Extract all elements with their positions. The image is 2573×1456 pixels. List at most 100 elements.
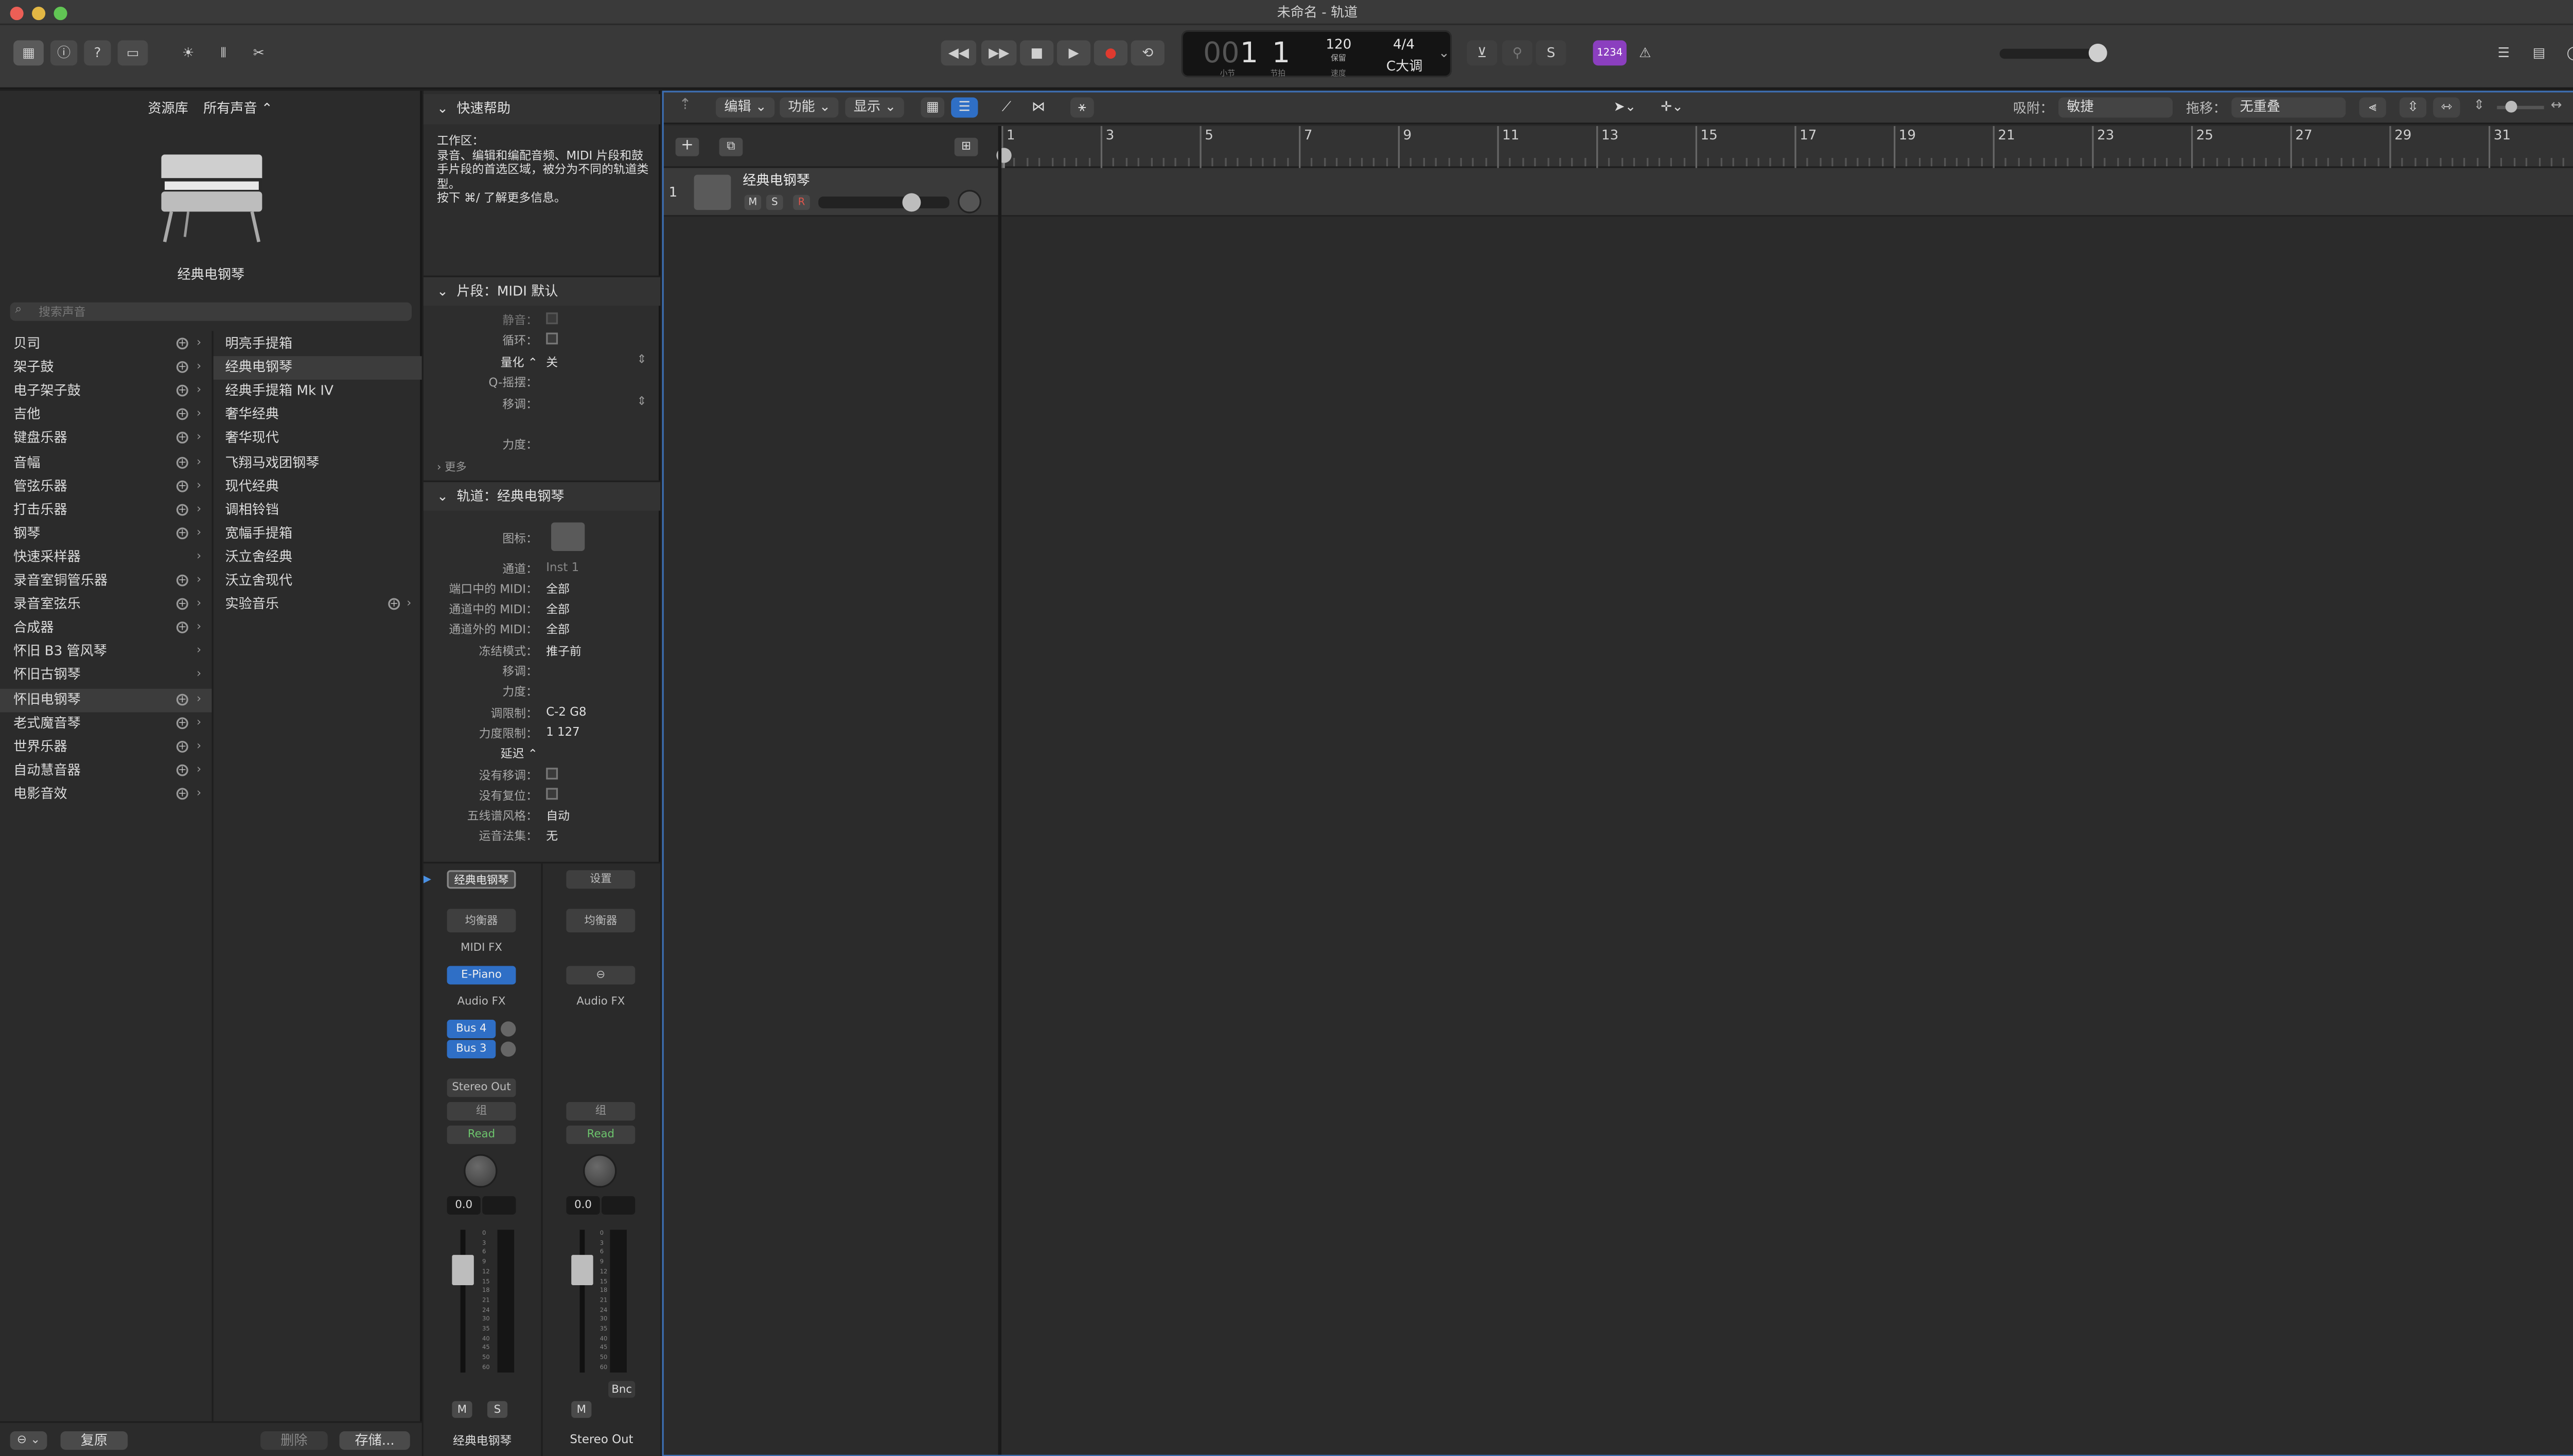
loop-browser-icon[interactable]: ◯ bbox=[2561, 40, 2573, 65]
metronome-icon[interactable]: ⚠ bbox=[1632, 40, 1659, 65]
strip2-pan-knob[interactable] bbox=[583, 1154, 617, 1188]
add-plus-icon[interactable]: + bbox=[176, 385, 188, 397]
library-actions-dropdown[interactable]: ⊖ ⌄ bbox=[10, 1431, 47, 1450]
rewind-icon[interactable]: ◀◀ bbox=[941, 40, 977, 66]
add-plus-icon[interactable]: + bbox=[176, 480, 188, 492]
quantize-stepper-icon[interactable]: ⇕ bbox=[637, 353, 647, 366]
library-category-item[interactable]: 快速采样器 bbox=[0, 546, 212, 570]
smart-controls-icon[interactable]: ☀ bbox=[175, 40, 202, 65]
strip1-mute-button[interactable]: M bbox=[452, 1401, 472, 1418]
strip2-mute-button[interactable]: M bbox=[571, 1401, 592, 1418]
add-plus-icon[interactable]: + bbox=[176, 574, 188, 587]
vertical-zoom-icon[interactable]: ⇳ bbox=[2399, 97, 2427, 118]
master-volume-thumb[interactable] bbox=[2088, 43, 2107, 62]
velocity-limit-value[interactable]: 1 127 bbox=[546, 726, 579, 739]
add-plus-icon[interactable]: + bbox=[176, 361, 188, 374]
track-solo-button[interactable]: S bbox=[766, 194, 783, 210]
list-view-icon[interactable]: ☰ bbox=[951, 97, 978, 118]
strip1-midi-fx[interactable]: MIDI FX bbox=[447, 939, 516, 957]
no-reset-checkbox[interactable] bbox=[546, 788, 558, 800]
region-transpose-stepper-icon[interactable]: ⇕ bbox=[637, 395, 647, 408]
add-plus-icon[interactable]: + bbox=[176, 432, 188, 445]
duplicate-track-icon[interactable]: ⧉ bbox=[719, 137, 743, 156]
strip1-fader-track[interactable] bbox=[460, 1230, 466, 1373]
midi-in-port-value[interactable]: 全部 bbox=[546, 581, 570, 598]
toolbar-toggle-icon[interactable]: ▭ bbox=[117, 40, 148, 66]
region-more-toggle[interactable]: › 更多 bbox=[437, 457, 467, 474]
grid-view-icon[interactable]: ▦ bbox=[921, 97, 945, 118]
edit-menu[interactable]: 编辑 ⌄ bbox=[716, 97, 776, 118]
strip2-automation[interactable]: Read bbox=[566, 1125, 636, 1144]
strip1-solo-button[interactable]: S bbox=[487, 1401, 508, 1418]
library-preset-item[interactable]: 沃立舍经典 bbox=[214, 546, 422, 570]
library-preset-item[interactable]: 调相铃铛 bbox=[214, 499, 422, 522]
strip2-fader-cap[interactable] bbox=[571, 1255, 593, 1285]
view-menu[interactable]: 显示 ⌄ bbox=[845, 97, 905, 118]
staff-style-value[interactable]: 自动 bbox=[546, 808, 570, 825]
global-tracks-icon[interactable]: ⊞ bbox=[954, 137, 978, 156]
library-preset-item[interactable]: 宽幅手提箱 bbox=[214, 522, 422, 546]
library-preset-item[interactable]: 现代经典 bbox=[214, 475, 422, 499]
add-plus-icon[interactable]: + bbox=[176, 764, 188, 776]
strip1-output[interactable]: Stereo Out bbox=[447, 1078, 516, 1097]
vertical-zoom-thumb[interactable] bbox=[2505, 100, 2517, 113]
strip1-automation[interactable]: Read bbox=[447, 1125, 516, 1144]
track-volume-slider[interactable] bbox=[818, 197, 949, 208]
strip1-setting-button[interactable]: 经典电钢琴 bbox=[447, 870, 516, 889]
play-icon[interactable]: ▶ bbox=[1056, 40, 1091, 66]
library-category-item[interactable]: 怀旧 B3 管风琴 bbox=[0, 641, 212, 664]
fast-forward-icon[interactable]: ▶▶ bbox=[981, 40, 1017, 66]
track-volume-thumb[interactable] bbox=[902, 193, 921, 212]
record-icon[interactable]: ● bbox=[1094, 40, 1128, 66]
strip1-audio-fx[interactable]: Audio FX bbox=[447, 993, 516, 1011]
pencil-tool-icon[interactable]: ✛⌄ bbox=[1653, 97, 1690, 117]
revert-button[interactable]: 复原 bbox=[60, 1431, 128, 1450]
region-mute-checkbox[interactable] bbox=[546, 312, 558, 325]
track-pan-knob[interactable] bbox=[958, 189, 981, 214]
strip1-send-bus4[interactable]: Bus 4 bbox=[447, 1020, 496, 1038]
add-plus-icon[interactable]: + bbox=[176, 693, 188, 705]
library-search-field[interactable]: ⌕ 搜索声音 bbox=[10, 302, 412, 321]
track-inspector-header[interactable]: ⌄ 轨道：经典电钢琴 bbox=[423, 480, 661, 511]
region-inspector-header[interactable]: ⌄ 片段：MIDI 默认 bbox=[423, 275, 661, 306]
strip2-group[interactable]: 组 bbox=[566, 1102, 636, 1121]
stop-icon[interactable]: ■ bbox=[1020, 40, 1054, 66]
library-preset-item[interactable]: 奢华经典 bbox=[214, 404, 422, 428]
add-plus-icon[interactable]: + bbox=[176, 622, 188, 634]
functions-menu[interactable]: 功能 ⌄ bbox=[780, 97, 839, 118]
library-preset-item[interactable]: 飞翔马戏团钢琴 bbox=[214, 451, 422, 475]
library-filter-dropdown[interactable]: 所有声音 ⌃ bbox=[203, 99, 273, 118]
catch-playhead-icon[interactable]: ⚹ bbox=[1070, 97, 1094, 118]
add-plus-icon[interactable]: + bbox=[176, 788, 188, 800]
quantize-value[interactable]: 关 bbox=[546, 354, 558, 371]
channel-value[interactable]: Inst 1 bbox=[546, 561, 579, 575]
strip2-link-icon[interactable]: ⊖ bbox=[566, 966, 636, 985]
library-preset-item[interactable]: 经典手提箱 Mk IV bbox=[214, 380, 422, 404]
track-header[interactable]: 1 经典电钢琴 M S R bbox=[662, 168, 998, 217]
add-plus-icon[interactable]: + bbox=[176, 716, 188, 729]
lcd-dropdown-icon[interactable]: ⌄ bbox=[1438, 45, 1450, 60]
timeline-ruler[interactable]: 13579111315171921232527293133 bbox=[1001, 126, 2573, 168]
cycle-icon[interactable]: ⟲ bbox=[1131, 40, 1165, 66]
add-plus-icon[interactable]: + bbox=[176, 527, 188, 539]
flex-icon[interactable]: ⋈ bbox=[1027, 97, 1050, 117]
library-preset-item[interactable]: 奢华现代 bbox=[214, 428, 422, 451]
articulation-value[interactable]: 无 bbox=[546, 828, 558, 845]
list-editors-icon[interactable]: ☰ bbox=[2490, 40, 2517, 65]
no-transpose-checkbox[interactable] bbox=[546, 768, 558, 780]
quick-help-icon[interactable]: ? bbox=[84, 40, 111, 66]
track-mute-button[interactable]: M bbox=[744, 194, 762, 210]
delete-button[interactable]: 删除 bbox=[260, 1431, 328, 1450]
strip1-pan-knob[interactable] bbox=[464, 1154, 498, 1188]
region-loop-checkbox[interactable] bbox=[546, 332, 558, 345]
mixer-icon[interactable]: ⫴ bbox=[210, 40, 237, 65]
editors-icon[interactable]: ✂ bbox=[245, 40, 272, 65]
add-track-button[interactable]: + bbox=[675, 137, 699, 156]
send-bus3-knob-icon[interactable] bbox=[501, 1041, 516, 1057]
replace-mode-icon[interactable]: ⊻ bbox=[1467, 40, 1497, 66]
vertical-zoom-slider[interactable] bbox=[2497, 105, 2544, 110]
add-plus-icon[interactable]: + bbox=[176, 456, 188, 468]
library-toggle-icon[interactable]: ▦ bbox=[13, 40, 44, 66]
add-plus-icon[interactable]: + bbox=[176, 409, 188, 421]
library-preset-item[interactable]: 沃立舍现代 bbox=[214, 570, 422, 593]
